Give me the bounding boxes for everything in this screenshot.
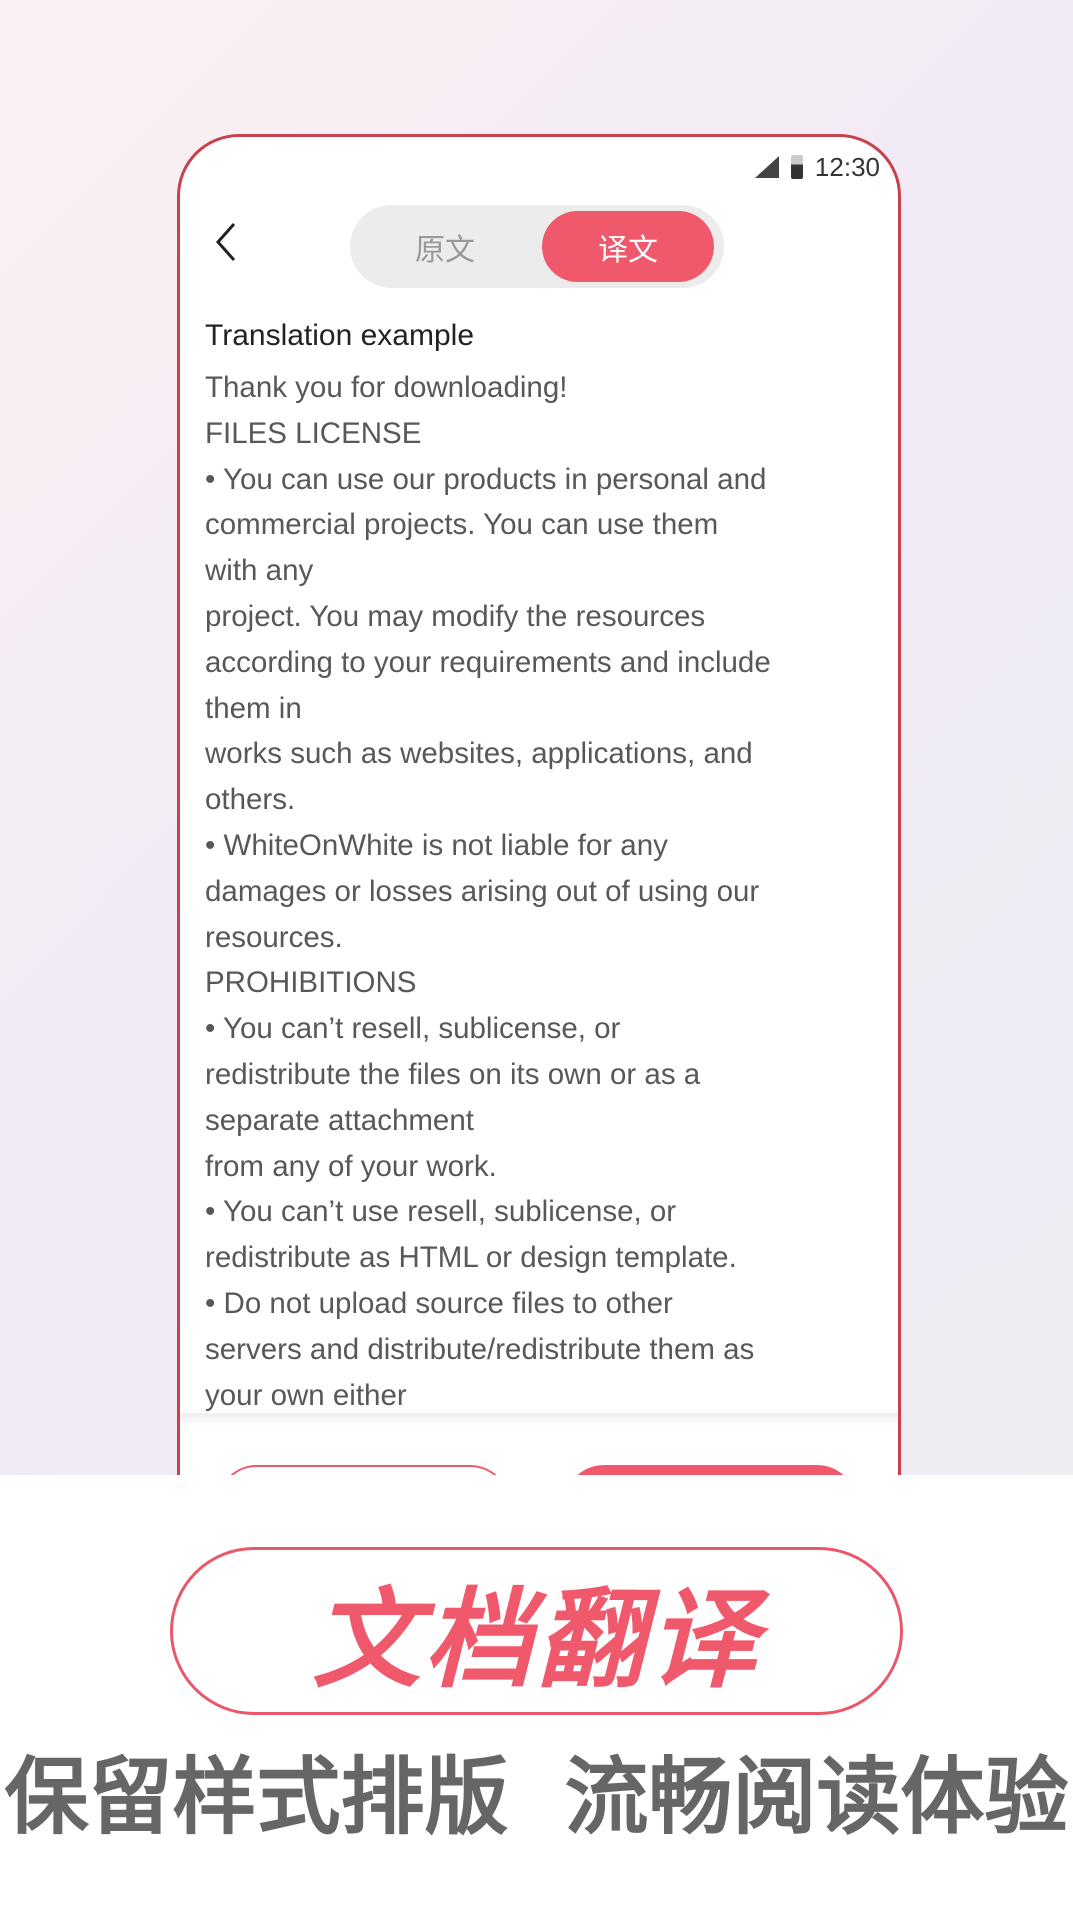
tab-translation[interactable]: 译文 (542, 211, 714, 282)
document-line: your own either (205, 1378, 407, 1412)
document-title: Translation example (205, 319, 475, 352)
document-line: redistribute the files on its own or as … (205, 1057, 701, 1091)
divider (180, 1413, 898, 1427)
document-line: • Do not upload source files to other (205, 1286, 673, 1320)
document-line: works such as websites, applications, an… (205, 737, 753, 771)
document-body: Thank you for downloading! FILES LICENSE •… (205, 365, 771, 1418)
document-line: Thank you for downloading! (205, 371, 568, 404)
document-line: separate attachment (205, 1103, 474, 1137)
document-line: damages or losses arising out of using o… (205, 874, 760, 908)
document-line: resources. (205, 920, 343, 954)
subtitle-right: 流畅阅读体验 (564, 1750, 1069, 1844)
document-line: • WhiteOnWhite is not liable for any (205, 828, 668, 862)
chevron-left-icon[interactable] (208, 222, 248, 262)
subtitle-left: 保留样式排版 (4, 1750, 509, 1844)
view-toggle: 原文 译文 (350, 205, 724, 288)
document-line: FILES LICENSE (205, 416, 422, 450)
promo-subtitle: 保留样式排版 流畅阅读体验 (0, 1730, 1073, 1851)
document-line: • You can’t use resell, sublicense, or (205, 1195, 677, 1229)
document-line: from any of your work. (205, 1149, 497, 1183)
document-line: others. (205, 783, 296, 817)
status-time: 12:30 (814, 151, 880, 182)
document-line: commercial projects. You can use them (205, 508, 719, 542)
headline-badge: 文档翻译 (170, 1547, 903, 1715)
document-line: redistribute as HTML or design template. (205, 1241, 737, 1275)
document-line: project. You may modify the resources (205, 599, 706, 633)
document-line: servers and distribute/redistribute them… (205, 1332, 755, 1366)
headline: 文档翻译 (312, 1579, 761, 1700)
document-line: according to your requirements and inclu… (205, 645, 771, 679)
phone-frame: 12:30 原文 译文 Translation example Thank yo… (177, 134, 901, 1554)
status-bar: 12:30 (754, 147, 880, 187)
signal-icon (754, 156, 779, 178)
tab-original[interactable]: 原文 (360, 211, 530, 282)
document-line: with any (205, 554, 314, 588)
document-line: them in (205, 691, 302, 725)
battery-icon (790, 155, 803, 179)
document-line: PROHIBITIONS (205, 966, 417, 1000)
document-line: • You can’t resell, sublicense, or (205, 1012, 621, 1046)
document-line: • You can use our products in personal a… (205, 462, 767, 496)
